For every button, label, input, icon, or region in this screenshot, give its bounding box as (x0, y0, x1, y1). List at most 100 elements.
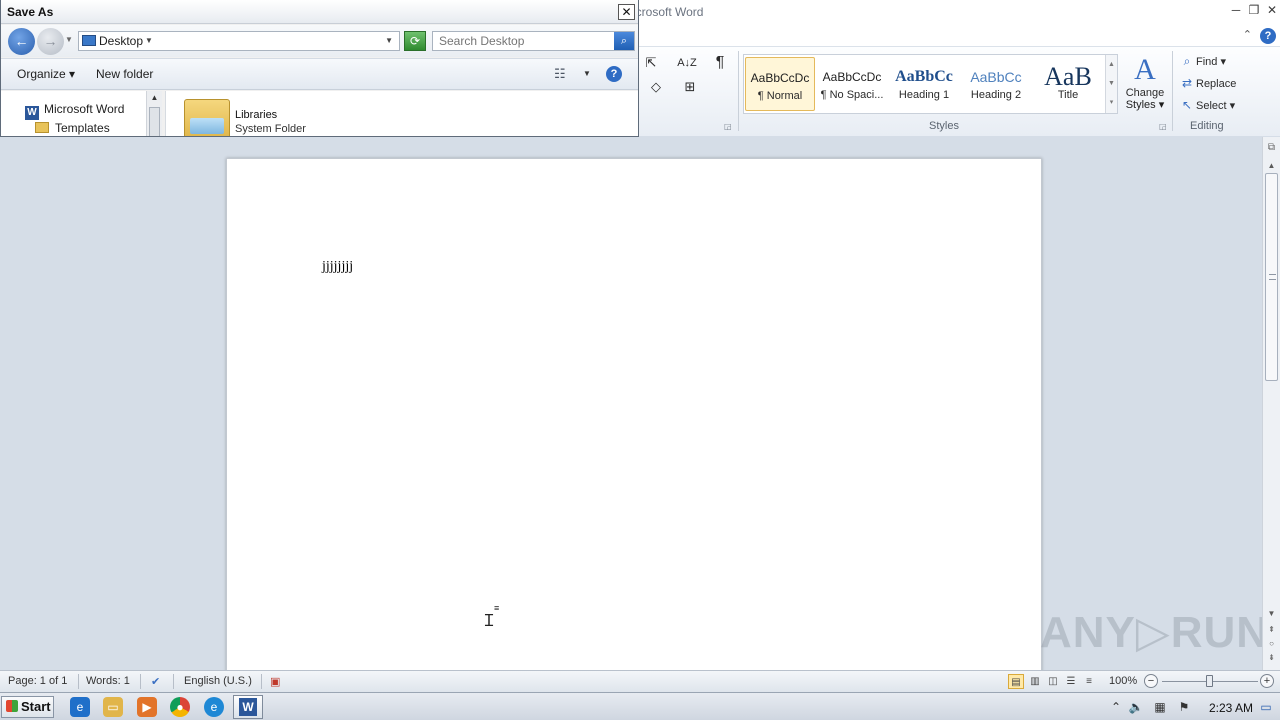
text-direction-icon[interactable]: ⇱ (640, 53, 662, 73)
back-button[interactable]: ← (8, 28, 35, 55)
paragraph-dialog-launcher-icon[interactable]: ◲ (724, 122, 732, 131)
binoculars-icon: ⌕ (1183, 54, 1191, 68)
style-preview: AaB (1044, 65, 1092, 89)
macro-record-icon[interactable]: ▣ (270, 675, 280, 688)
file-name: Libraries (235, 109, 278, 121)
save-as-titlebar[interactable]: Save As ✕ (1, 0, 638, 24)
style-heading-2[interactable]: AaBbCc Heading 2 (961, 57, 1031, 111)
sort-icon[interactable]: A↓Z (675, 53, 699, 73)
select-button[interactable]: ↖ Select ▾ (1178, 95, 1270, 115)
volume-icon[interactable]: 🔈 (1128, 699, 1144, 715)
help-icon[interactable]: ? (1260, 28, 1276, 44)
change-styles-label: Change (1125, 87, 1165, 99)
address-bar[interactable]: Desktop ▼ ▼ (78, 31, 400, 51)
style-normal[interactable]: AaBbCcDc ¶ Normal (745, 57, 815, 111)
replace-button[interactable]: ⇄ Replace (1178, 73, 1270, 93)
view-ruler-icon[interactable]: ⧉ (1265, 141, 1278, 154)
taskbar-word-button[interactable]: W (233, 695, 263, 719)
zoom-in-button[interactable]: + (1260, 674, 1274, 688)
search-input[interactable] (433, 32, 613, 50)
nav-item-label: Templates (55, 121, 110, 135)
styles-dialog-launcher-icon[interactable]: ◲ (1159, 122, 1167, 131)
status-separator (140, 674, 141, 689)
show-formatting-marks-button[interactable]: ¶ (709, 53, 731, 73)
vertical-scrollbar[interactable]: ⧉ ▲ ▼ ⇞ ○ ⇟ (1262, 137, 1280, 670)
shading-icon[interactable]: ◇ (643, 77, 669, 97)
taskbar-clock[interactable]: 2:23 AM (1209, 701, 1253, 715)
new-folder-button[interactable]: New folder (96, 67, 153, 81)
search-icon[interactable]: ⌕ (614, 32, 634, 50)
web-layout-icon[interactable]: ◫ (1045, 674, 1061, 689)
internet-explorer-icon[interactable]: e (70, 697, 90, 717)
zoom-out-button[interactable]: − (1144, 674, 1158, 688)
gallery-down-icon[interactable]: ▼ (1106, 74, 1117, 93)
document-page[interactable]: jjjjjjjj (226, 158, 1042, 670)
zoom-slider-thumb[interactable] (1206, 675, 1213, 687)
gallery-more-icon[interactable]: ▾ (1106, 93, 1117, 112)
next-page-icon[interactable]: ⇟ (1263, 651, 1280, 665)
address-text[interactable]: Desktop (99, 32, 143, 50)
replace-label: Replace (1196, 78, 1237, 90)
print-layout-view-icon[interactable]: ▤ (1008, 674, 1024, 689)
full-screen-reading-icon[interactable]: ▥ (1027, 674, 1043, 689)
dialog-help-icon[interactable]: ? (606, 66, 622, 82)
scroll-up-icon[interactable]: ▲ (147, 91, 162, 105)
show-desktop-icon[interactable]: ▭ (1258, 699, 1274, 715)
navigation-pane-scrollbar[interactable]: ▲ (146, 91, 162, 136)
breadcrumb-chevron-icon[interactable]: ▼ (145, 32, 153, 50)
style-title[interactable]: AaB Title (1033, 57, 1103, 111)
draft-view-icon[interactable]: ≡ (1081, 674, 1097, 689)
network-icon[interactable]: ▦ (1152, 699, 1168, 715)
language[interactable]: English (U.S.) (184, 675, 252, 687)
style-preview: AaBbCc (970, 69, 1022, 85)
file-type: System Folder (235, 123, 306, 135)
chrome-icon[interactable]: ● (170, 697, 190, 717)
nav-item-label: Microsoft Word (44, 102, 125, 116)
show-hidden-icons-icon[interactable]: ⌃ (1108, 699, 1124, 715)
style-name: Heading 1 (898, 89, 950, 101)
watermark: ANY▷RUN (1040, 608, 1270, 657)
browse-object-icon[interactable]: ○ (1263, 637, 1280, 651)
document-text[interactable]: jjjjjjjj (322, 259, 353, 275)
page-count[interactable]: Page: 1 of 1 (8, 675, 67, 687)
save-as-close-button[interactable]: ✕ (618, 4, 635, 20)
outline-view-icon[interactable]: ☰ (1063, 674, 1079, 689)
scroll-thumb[interactable] (1265, 173, 1278, 381)
edge-icon[interactable]: e (204, 697, 224, 717)
action-center-flag-icon[interactable]: ⚑ (1176, 699, 1192, 715)
restore-button[interactable]: ❐ (1246, 2, 1262, 18)
file-explorer-icon[interactable]: ▭ (103, 697, 123, 717)
change-view-icon[interactable]: ☷ (554, 66, 566, 82)
click-and-type-icon: ≡ (494, 603, 500, 613)
nav-item-microsoft-word[interactable]: W Microsoft Word (25, 100, 125, 120)
address-dropdown-icon[interactable]: ▼ (385, 32, 393, 50)
minimize-ribbon-icon[interactable]: ⌃ (1243, 28, 1252, 41)
scroll-thumb[interactable] (149, 107, 160, 136)
style-name: Heading 2 (970, 89, 1022, 101)
previous-page-icon[interactable]: ⇞ (1263, 623, 1280, 637)
change-styles-button[interactable]: A Change Styles ▾ (1120, 53, 1170, 117)
forward-button[interactable]: → (37, 28, 64, 55)
taskbar: Start e ▭ ▶ ● e W ⌃ 🔈 ▦ ⚑ 2:23 AM ▭ (0, 692, 1280, 720)
borders-icon[interactable]: ⊞ (677, 77, 703, 97)
close-button[interactable]: ✕ (1264, 2, 1280, 18)
refresh-button[interactable]: ⟳ (404, 31, 426, 51)
scroll-up-icon[interactable]: ▲ (1263, 159, 1280, 173)
style-no-spacing[interactable]: AaBbCcDc ¶ No Spaci... (817, 57, 887, 111)
recent-locations-icon[interactable]: ▼ (65, 35, 73, 44)
scroll-down-icon[interactable]: ▼ (1263, 607, 1280, 621)
cursor-icon: ↖ (1181, 98, 1193, 112)
nav-item-templates[interactable]: Templates (35, 119, 110, 136)
style-heading-1[interactable]: AaBbCc Heading 1 (889, 57, 959, 111)
organize-button[interactable]: Organize ▾ (17, 67, 75, 81)
find-button[interactable]: ⌕ Find ▾ (1178, 51, 1270, 71)
view-options-dropdown-icon[interactable]: ▼ (583, 69, 591, 78)
minimize-button[interactable]: ─ (1228, 2, 1244, 18)
proofing-icon[interactable]: ✔ (151, 675, 160, 688)
media-player-icon[interactable]: ▶ (137, 697, 157, 717)
zoom-level[interactable]: 100% (1109, 675, 1137, 687)
start-button[interactable]: Start (1, 696, 54, 718)
gallery-up-icon[interactable]: ▲ (1106, 55, 1117, 74)
word-count[interactable]: Words: 1 (86, 675, 130, 687)
desktop-icon (82, 35, 96, 46)
